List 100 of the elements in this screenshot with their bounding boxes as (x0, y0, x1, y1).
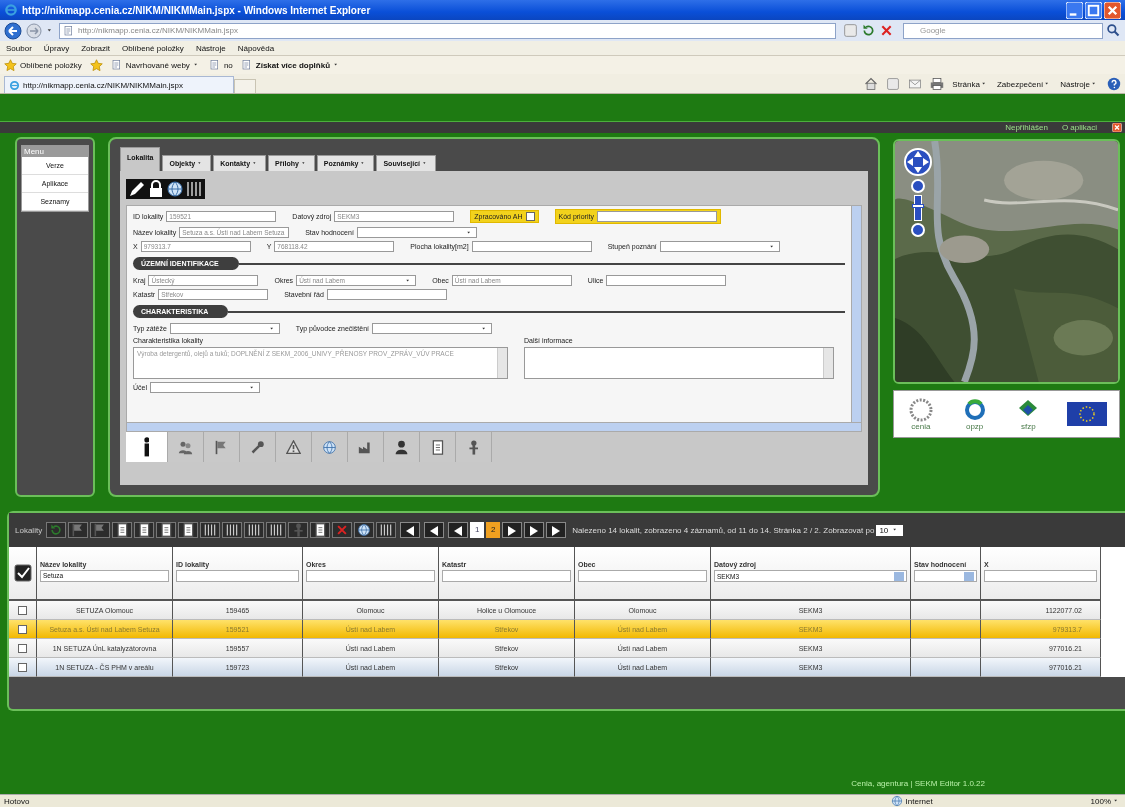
filter-field[interactable] (176, 570, 299, 582)
dropdown-field[interactable] (372, 323, 492, 334)
about-link[interactable]: O aplikaci (1061, 123, 1097, 132)
favorites-link[interactable]: no (208, 59, 233, 71)
stop-icon[interactable] (879, 23, 894, 38)
columns-icon (247, 523, 262, 537)
close-icon[interactable] (1104, 1, 1121, 19)
text-area[interactable] (524, 347, 834, 379)
favorites-link[interactable]: Navrhované weby (110, 59, 201, 71)
logo-caption: cenia (911, 421, 931, 431)
page-button[interactable]: 1 (470, 522, 485, 538)
zoom-slider[interactable] (914, 195, 922, 221)
columns-button[interactable] (244, 522, 265, 538)
warning-tab[interactable] (276, 432, 312, 462)
columns-icon[interactable] (185, 180, 203, 198)
first-page-button[interactable] (400, 522, 421, 538)
wrench-tab[interactable] (240, 432, 276, 462)
dropdown-field[interactable] (356, 227, 477, 238)
input-field[interactable] (596, 211, 717, 222)
globe-icon (322, 439, 337, 455)
login-status: Nepřihlášen (1005, 123, 1048, 132)
table-cell (911, 658, 981, 677)
document-button[interactable] (156, 522, 177, 538)
checkbox[interactable] (525, 212, 535, 221)
zoom-slider-thumb[interactable] (912, 204, 924, 208)
command-menu[interactable]: Zabezpečení (996, 79, 1053, 89)
columns-button[interactable] (376, 522, 397, 538)
input-field[interactable] (606, 275, 727, 286)
refresh-icon[interactable] (861, 23, 876, 38)
people-tab[interactable] (168, 432, 204, 462)
dropdown-field[interactable] (169, 323, 280, 334)
next-fast-page-button[interactable] (524, 522, 545, 538)
page-icon (110, 59, 123, 71)
menu-item[interactable]: Nápověda (237, 43, 275, 53)
input-field[interactable] (326, 289, 447, 300)
minimize-icon[interactable] (1066, 1, 1083, 19)
document-tab[interactable] (420, 432, 456, 462)
refresh-button[interactable] (46, 522, 67, 538)
lock-icon[interactable] (147, 180, 165, 198)
page-size-dropdown[interactable]: 10 (876, 524, 904, 536)
next-page-button[interactable] (502, 522, 523, 538)
menu-item[interactable]: Oblíbené položky (122, 43, 184, 53)
browser-tab[interactable]: http://nikmapp.cenia.cz/NIKM/NIKMMain.jspx (4, 76, 234, 93)
scrollbar[interactable] (823, 348, 833, 378)
select-all-checkbox[interactable] (13, 564, 32, 582)
input-field[interactable] (471, 241, 592, 252)
address-field[interactable]: http://nikmapp.cenia.cz/NIKM/NIKMMain.jspx (59, 22, 836, 39)
row-checkbox[interactable] (18, 643, 27, 653)
command-menu[interactable]: Stránka (952, 79, 989, 89)
scrollbar[interactable] (851, 206, 861, 422)
columns-button[interactable] (222, 522, 243, 538)
maximize-icon[interactable] (1085, 1, 1102, 19)
filter-field[interactable] (306, 570, 435, 582)
last-page-button[interactable] (546, 522, 567, 538)
document-button[interactable] (112, 522, 133, 538)
favorites-link[interactable]: Získat více doplňků (240, 59, 342, 71)
page-button[interactable]: 2 (486, 522, 501, 538)
print-icon[interactable] (930, 77, 945, 91)
help-icon[interactable] (1107, 77, 1121, 91)
document-button[interactable] (310, 522, 331, 538)
back-icon[interactable] (4, 21, 22, 40)
scrollbar[interactable] (497, 348, 507, 378)
globe-icon[interactable] (166, 180, 184, 198)
favorites-button[interactable]: Oblíbené položky (4, 58, 82, 72)
dropdown-field[interactable] (150, 382, 260, 393)
row-checkbox[interactable] (18, 605, 27, 615)
menu-item[interactable]: Úpravy (43, 43, 70, 53)
filter-field[interactable] (984, 570, 1097, 582)
menu-item[interactable]: Nástroje (195, 43, 226, 53)
previous-fast-page-button[interactable] (424, 522, 445, 538)
document-button[interactable] (178, 522, 199, 538)
factory-tab[interactable] (348, 432, 384, 462)
filter-field[interactable] (442, 570, 571, 582)
home-icon[interactable] (864, 77, 879, 91)
row-checkbox[interactable] (18, 624, 27, 634)
document-button[interactable] (134, 522, 155, 538)
row-checkbox[interactable] (18, 662, 27, 672)
command-menu[interactable]: Nástroje (1060, 79, 1099, 89)
fullscreen-icon[interactable] (1111, 123, 1123, 132)
globe-tab[interactable] (312, 432, 348, 462)
flag-tab[interactable] (204, 432, 240, 462)
logo-caption: opzp (965, 421, 984, 431)
menu-item[interactable]: Zobrazit (81, 43, 111, 53)
scrollbar[interactable] (126, 423, 862, 432)
page-icon (208, 59, 221, 71)
columns-button[interactable] (200, 522, 221, 538)
columns-button[interactable] (266, 522, 287, 538)
filter-field[interactable] (578, 570, 707, 582)
search-icon[interactable] (1106, 23, 1121, 38)
dropdown-field[interactable] (659, 241, 780, 252)
person-tab[interactable] (384, 432, 420, 462)
info-tab[interactable] (126, 432, 168, 462)
pin-tab[interactable] (456, 432, 492, 462)
edit-icon[interactable] (128, 180, 146, 198)
pin-icon (468, 439, 479, 455)
zoom-level[interactable]: 100% (1090, 796, 1121, 806)
columns-icon (225, 523, 240, 537)
filter-button[interactable] (68, 522, 89, 538)
previous-page-button[interactable] (448, 522, 469, 538)
menu-item[interactable]: Soubor (6, 43, 32, 53)
